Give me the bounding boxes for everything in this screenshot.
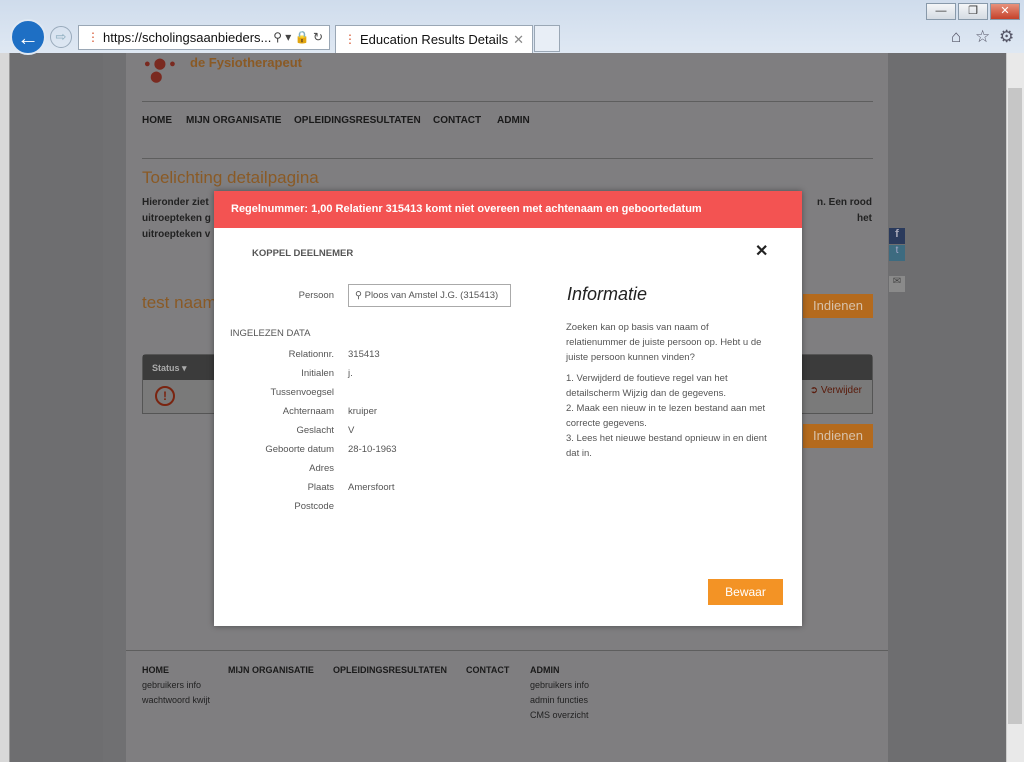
error-banner: Regelnummer: 1,00 Relatienr 315413 komt … <box>214 191 802 228</box>
close-icon[interactable]: ✕ <box>755 241 768 261</box>
save-button[interactable]: Bewaar <box>708 579 783 605</box>
search-icon: ⚲ <box>355 290 362 301</box>
logo-dots-icon: ● ⬤ ● ⬤ <box>144 58 176 83</box>
scrollbar-thumb[interactable] <box>1008 88 1022 724</box>
favorites-star-icon[interactable]: ☆ <box>975 27 990 47</box>
back-button[interactable]: ← <box>10 19 46 55</box>
field-label: Postcode <box>294 501 334 512</box>
status-header[interactable]: Status <box>152 363 180 373</box>
info-text: Zoeken kan op basis van naam of relatien… <box>566 322 762 363</box>
settings-gear-icon[interactable]: ⚙ <box>999 27 1014 47</box>
field-label: Plaats <box>307 482 334 493</box>
koppel-deelnemer-modal: Regelnummer: 1,00 Relatienr 315413 komt … <box>214 191 802 626</box>
nav-admin[interactable]: ADMIN <box>497 115 530 126</box>
search-lock-refresh-icon[interactable]: ⚲ ▾ 🔒 ↻ <box>273 26 323 49</box>
site-favicon-icon: ⋮ <box>87 30 99 44</box>
tab-favicon-icon: ⋮ <box>344 32 356 46</box>
section-heading: INGELEZEN DATA <box>230 328 311 339</box>
minimize-button[interactable]: — <box>926 3 956 20</box>
field-value: 315413 <box>348 349 380 360</box>
modal-title: KOPPEL DEELNEMER <box>252 248 354 259</box>
background-window <box>0 53 10 762</box>
footer-opleidingsresultaten[interactable]: OPLEIDINGSRESULTATEN <box>333 665 447 675</box>
new-tab-button[interactable] <box>534 25 560 52</box>
footer-mijn-organisatie[interactable]: MIJN ORGANISATIE <box>228 665 314 675</box>
footer-link[interactable]: gebruikers info <box>530 680 589 690</box>
intro-text-right: n. Een rood het <box>817 197 872 224</box>
forward-button[interactable]: ⇨ <box>50 26 72 48</box>
field-label: Geboorte datum <box>265 444 334 455</box>
tab-title: Education Results Details <box>360 32 509 47</box>
nav-home[interactable]: HOME <box>142 115 172 126</box>
field-value: Amersfoort <box>348 482 395 493</box>
page-title: Toelichting detailpagina <box>142 168 319 187</box>
browser-tab[interactable]: ⋮ Education Results Details ✕ <box>335 25 533 53</box>
field-label: Adres <box>309 463 334 474</box>
footer-link[interactable]: admin functies <box>530 695 589 705</box>
footer-contact[interactable]: CONTACT <box>466 665 509 675</box>
indienen-button-bottom[interactable]: Indienen <box>803 424 873 448</box>
field-value: V <box>348 425 355 436</box>
nav-opleidingsresultaten[interactable]: OPLEIDINGSRESULTATEN <box>294 115 421 126</box>
twitter-icon[interactable]: t <box>889 245 905 261</box>
site-logo[interactable]: de Fysiotherapeut <box>190 55 302 70</box>
footer-link[interactable]: gebruikers info <box>142 680 210 690</box>
footer-link[interactable]: CMS overzicht <box>530 710 589 720</box>
nav-mijn-organisatie[interactable]: MIJN ORGANISATIE <box>186 115 281 126</box>
remove-link[interactable]: ➲ Verwijder <box>810 385 862 396</box>
error-exclamation-icon: ! <box>155 386 175 406</box>
nav-contact[interactable]: CONTACT <box>433 115 481 126</box>
info-steps: 1. Verwijderd de foutieve regel van het … <box>566 373 767 459</box>
section-title: test naam <box>142 293 217 312</box>
footer-home[interactable]: HOME <box>142 665 210 675</box>
field-label: Geslacht <box>296 425 335 436</box>
address-bar[interactable]: ⋮ https://scholingsaanbieders... ⚲ ▾ 🔒 ↻ <box>78 25 330 50</box>
field-value: kruiper <box>348 406 378 417</box>
intro-text: Hieronder ziet uitroepteken g uitroepteken… <box>142 197 211 240</box>
footer-link[interactable]: wachtwoord kwijt <box>142 695 210 705</box>
field-label: Tussenvoegsel <box>270 387 334 398</box>
close-window-button[interactable]: ✕ <box>990 3 1020 20</box>
field-value: j. <box>348 368 353 379</box>
field-value: 28-10-1963 <box>348 444 397 455</box>
field-label: Relationnr. <box>288 349 334 360</box>
email-icon[interactable]: ✉ <box>889 276 905 292</box>
indienen-button-top[interactable]: Indienen <box>803 294 873 318</box>
restore-button[interactable]: ❐ <box>958 3 988 20</box>
persoon-label: Persoon <box>298 290 334 301</box>
field-label: Initialen <box>301 368 334 379</box>
url-text: https://scholingsaanbieders... <box>103 30 272 45</box>
close-tab-icon[interactable]: ✕ <box>513 26 524 53</box>
field-label: Achternaam <box>282 406 334 417</box>
persoon-search-input[interactable]: ⚲ Ploos van Amstel J.G. (315413) <box>348 284 511 307</box>
home-icon[interactable]: ⌂ <box>951 27 961 47</box>
info-title: Informatie <box>567 284 648 304</box>
footer-admin[interactable]: ADMIN <box>530 665 589 675</box>
facebook-icon[interactable]: f <box>889 228 905 244</box>
